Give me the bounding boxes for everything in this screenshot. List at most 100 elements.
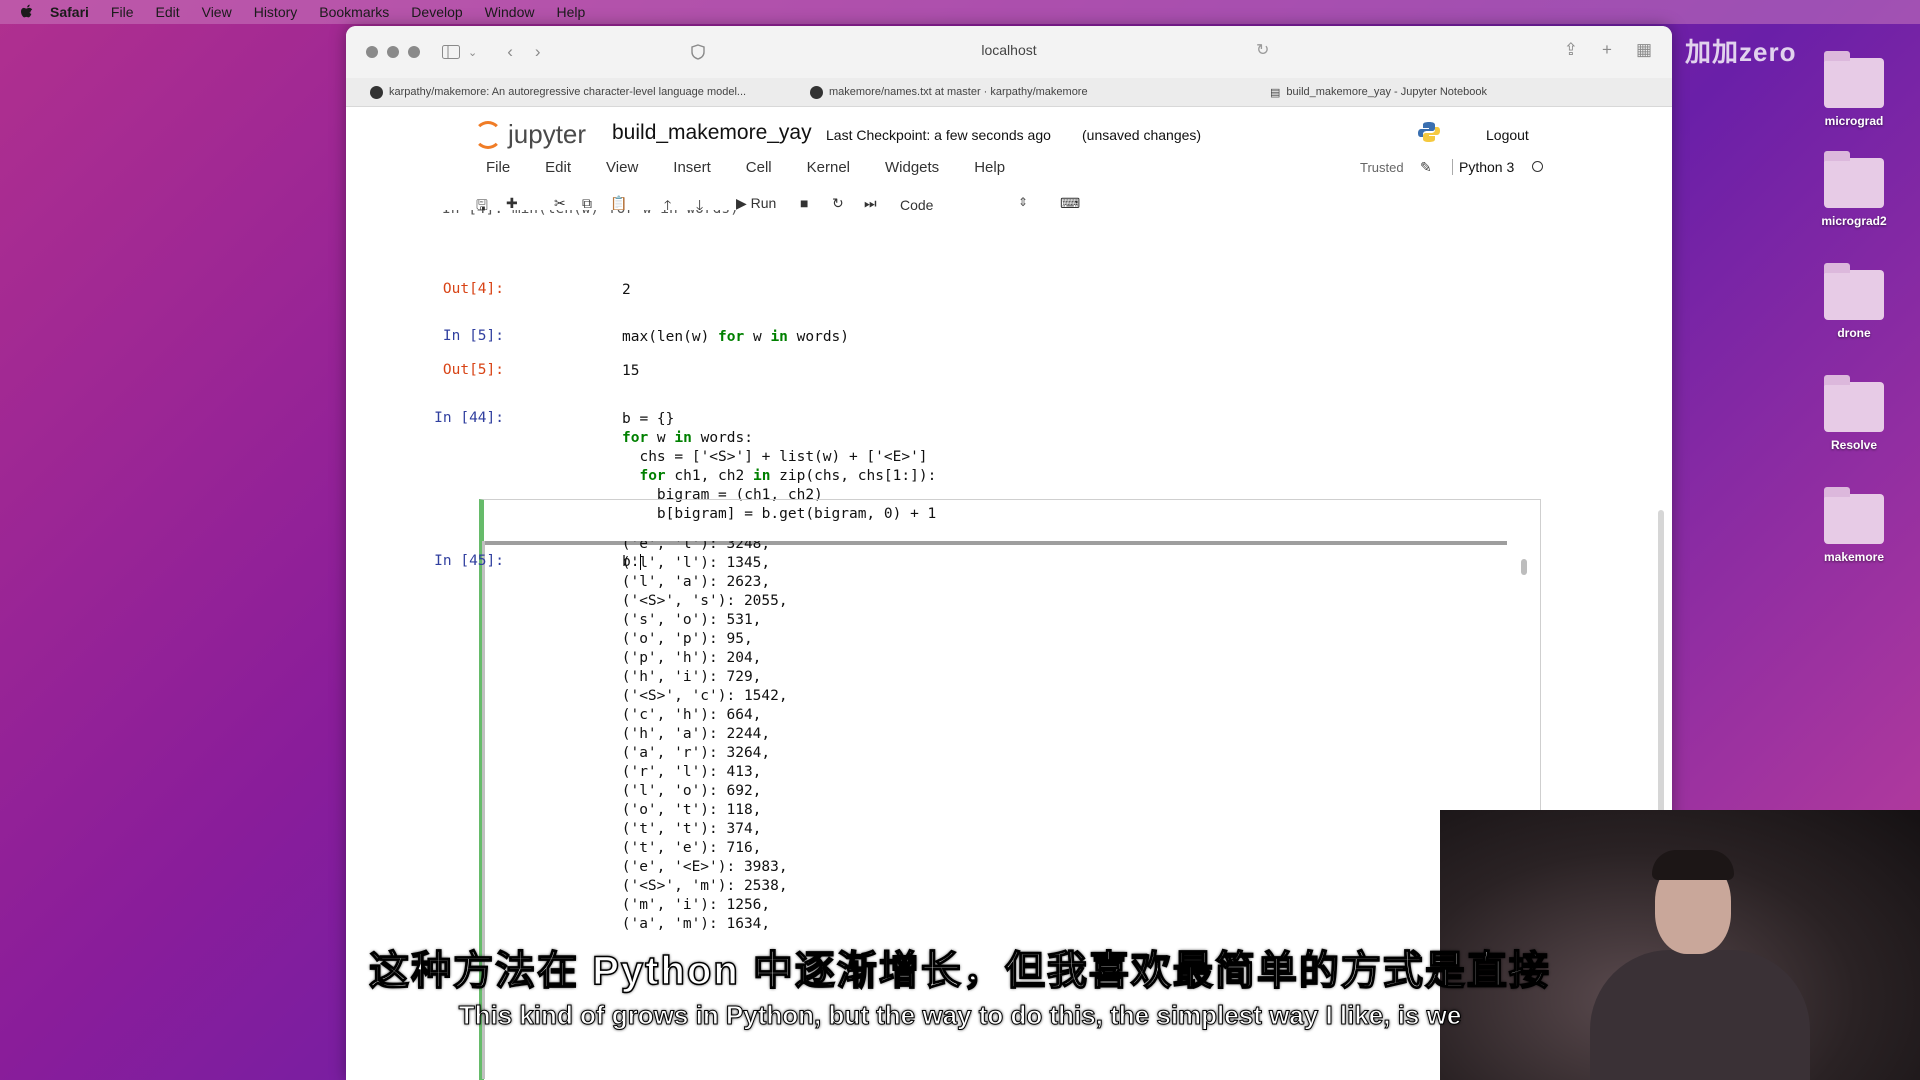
menu-edit[interactable]: Edit xyxy=(155,4,179,20)
tab-jupyter-notebook[interactable]: ▤ build_makemore_yay - Jupyter Notebook xyxy=(1250,86,1650,99)
desktop-folder-drone[interactable]: drone xyxy=(1794,263,1914,340)
folder-label: micrograd xyxy=(1824,114,1884,128)
output-line: ('l', 'a'): 2623, xyxy=(613,574,771,590)
document-icon: ▤ xyxy=(1270,86,1281,99)
jmenu-insert[interactable]: Insert xyxy=(673,159,711,176)
output-line: ('s', 'o'): 531, xyxy=(613,612,762,628)
output-line: ('<S>', 'm'): 2538, xyxy=(613,878,788,894)
menu-bookmarks[interactable]: Bookmarks xyxy=(319,4,389,20)
folder-icon xyxy=(1824,151,1884,208)
jupyter-menu: File Edit View Insert Cell Kernel Widget… xyxy=(486,159,1040,176)
menu-develop[interactable]: Develop xyxy=(411,4,462,20)
browser-toolbar: ⌄ ‹ › localhost ↻ ⇪ + ▦ xyxy=(346,26,1672,78)
menu-history[interactable]: History xyxy=(254,4,298,20)
jupyter-logo-icon xyxy=(474,120,502,149)
code-text: w xyxy=(648,430,675,446)
menu-safari[interactable]: Safari xyxy=(50,4,89,20)
share-icon[interactable]: ⇪ xyxy=(1564,40,1578,60)
cell-4-cut-off: In [4]: min(len(w) for w in words) xyxy=(442,210,739,219)
output-line: ('c', 'h'): 664, xyxy=(613,707,762,723)
presenter-hair xyxy=(1652,850,1734,880)
menu-help[interactable]: Help xyxy=(556,4,585,20)
output-line: ('l', 'o'): 692, xyxy=(613,783,762,799)
menu-bar: Safari File Edit View History Bookmarks … xyxy=(0,0,1920,24)
output-scroll-area[interactable]: ('e', 'l'): 3248, ('l', 'l'): 1345, ('l'… xyxy=(482,541,1537,1079)
stop-icon[interactable]: ■ xyxy=(800,195,808,211)
folder-label: drone xyxy=(1837,326,1871,340)
folder-label: makemore xyxy=(1823,550,1885,564)
tab-names-txt[interactable]: makemore/names.txt at master · karpathy/… xyxy=(790,85,1250,99)
subtitle-chinese: 这种方法在 Python 中逐渐增长，但我喜欢最简单的方式是直接 xyxy=(368,948,1551,994)
keyword: in xyxy=(674,430,692,446)
jmenu-widgets[interactable]: Widgets xyxy=(885,159,939,176)
folder-icon xyxy=(1824,487,1884,544)
watermark: 加加zero xyxy=(1685,37,1797,67)
code-text: words: xyxy=(691,430,753,446)
apple-icon[interactable] xyxy=(20,4,36,20)
menu-window[interactable]: Window xyxy=(485,4,535,20)
desktop-folder-resolve[interactable]: Resolve xyxy=(1794,375,1914,452)
keyword: in xyxy=(752,468,771,484)
output-line: ('m', 'i'): 1256, xyxy=(613,897,771,913)
folder-label: Resolve xyxy=(1830,438,1878,452)
keyword: for xyxy=(622,430,649,446)
output-5: 15 xyxy=(622,363,640,379)
output-line: ('h', 'i'): 729, xyxy=(613,669,762,685)
output-line: ('o', 't'): 118, xyxy=(613,802,762,818)
folder-label: micrograd2 xyxy=(1821,214,1887,228)
folder-icon xyxy=(1824,375,1884,432)
output-line: ('e', '<E>'): 3983, xyxy=(613,859,788,875)
tab-title: karpathy/makemore: An autoregressive cha… xyxy=(389,86,747,98)
reload-icon[interactable]: ↻ xyxy=(1256,40,1269,60)
jmenu-kernel[interactable]: Kernel xyxy=(807,159,850,176)
out-prompt-4: Out[4]: xyxy=(442,281,504,297)
keyword: for xyxy=(718,329,745,345)
jupyter-menu-row: File Edit View Insert Cell Kernel Widget… xyxy=(346,147,1672,187)
kernel-status-icon xyxy=(1532,161,1543,172)
unsaved-status: (unsaved changes) xyxy=(1082,127,1202,143)
tab-bar: karpathy/makemore: An autoregressive cha… xyxy=(346,78,1672,107)
output-line: ('h', 'a'): 2244, xyxy=(613,726,771,742)
jmenu-help[interactable]: Help xyxy=(974,159,1005,176)
output-scrollbar[interactable] xyxy=(1521,559,1527,575)
code-line: chs = ['<S>'] + list(w) + ['<E>'] xyxy=(622,449,928,465)
output-line: ('<S>', 's'): 2055, xyxy=(613,593,788,609)
output-4: 2 xyxy=(622,282,631,298)
keyword: in xyxy=(770,329,788,345)
jmenu-edit[interactable]: Edit xyxy=(545,159,571,176)
run-label: Run xyxy=(750,195,777,211)
logout-button[interactable]: Logout xyxy=(1486,127,1529,143)
tab-title: makemore/names.txt at master · karpathy/… xyxy=(829,86,1088,98)
in-prompt-44: In [44]: xyxy=(434,410,504,426)
in-prompt-5: In [5]: xyxy=(442,328,504,344)
jmenu-cell[interactable]: Cell xyxy=(746,159,772,176)
code-cell-45[interactable]: b. xyxy=(622,553,651,572)
trusted-indicator[interactable]: Trusted xyxy=(1360,160,1404,175)
code-line: b = {} xyxy=(622,411,675,427)
desktop-folder-micrograd[interactable]: micrograd xyxy=(1794,51,1914,128)
code-cell-5[interactable]: max(len(w) for w in words) xyxy=(622,328,849,347)
output-line: ('<S>', 'c'): 1542, xyxy=(613,688,788,704)
subtitle-english: This kind of grows in Python, but the wa… xyxy=(458,1000,1462,1031)
jmenu-file[interactable]: File xyxy=(486,159,510,176)
desktop-folder-makemore[interactable]: makemore xyxy=(1794,487,1914,564)
kernel-name[interactable]: Python 3 xyxy=(1452,159,1514,175)
tab-makemore-repo[interactable]: karpathy/makemore: An autoregressive cha… xyxy=(346,85,790,99)
code-text: ch1, ch2 xyxy=(665,468,753,484)
output-line: ('a', 'm'): 1634, xyxy=(613,916,771,932)
tab-overview-icon[interactable]: ▦ xyxy=(1636,40,1652,60)
github-icon xyxy=(810,85,823,99)
new-tab-icon[interactable]: + xyxy=(1602,40,1612,60)
notebook-name[interactable]: build_makemore_yay xyxy=(612,121,812,145)
keyword: for xyxy=(622,468,666,484)
jupyter-logo[interactable]: jupyter xyxy=(474,119,586,150)
menu-file[interactable]: File xyxy=(111,4,134,20)
menu-view[interactable]: View xyxy=(202,4,232,20)
pencil-icon[interactable]: ✎ xyxy=(1420,159,1432,176)
jmenu-view[interactable]: View xyxy=(606,159,638,176)
desktop-folder-micrograd2[interactable]: micrograd2 xyxy=(1794,151,1914,228)
address-bar[interactable]: localhost xyxy=(346,42,1672,58)
chevron-up-down-icon[interactable]: ⇕ xyxy=(1018,195,1028,209)
in-prompt-45: In [45]: xyxy=(434,553,504,569)
toolbar-right: ⇪ + ▦ xyxy=(1564,40,1652,60)
